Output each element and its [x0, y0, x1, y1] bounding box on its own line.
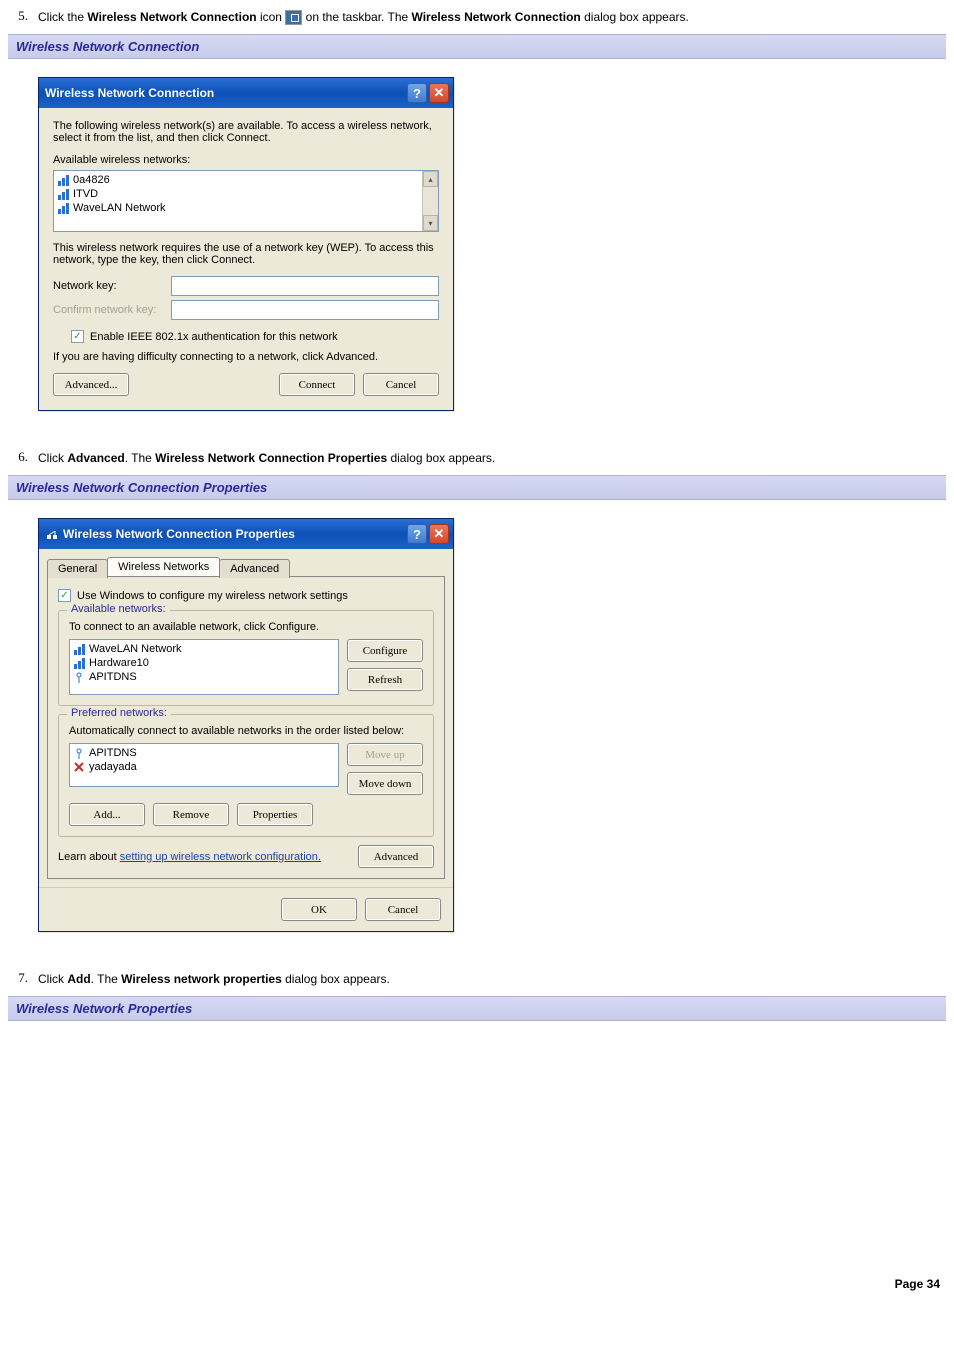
available-networks-group: Available networks: To connect to an ava…: [58, 610, 434, 706]
signal-icon: [58, 203, 69, 214]
preferred-help-text: Automatically connect to available netwo…: [69, 725, 423, 737]
help-icon[interactable]: ?: [407, 83, 427, 103]
difficulty-text: If you are having difficulty connecting …: [53, 351, 439, 363]
dialog-titlebar: Wireless Network Connection ? ✕: [39, 78, 453, 108]
ieee-checkbox[interactable]: ✓: [71, 330, 84, 343]
wep-text: This wireless network requires the use o…: [53, 242, 439, 266]
scroll-down-icon[interactable]: ▾: [423, 215, 438, 231]
step-7-text: Click Add. The Wireless network properti…: [38, 970, 946, 988]
list-item[interactable]: APITDNS: [72, 670, 336, 684]
list-item[interactable]: ITVD: [56, 187, 436, 201]
step-number: 5.: [8, 8, 38, 26]
list-item[interactable]: Hardware10: [72, 656, 336, 670]
properties-button[interactable]: Properties: [237, 803, 313, 826]
help-icon[interactable]: ?: [407, 524, 427, 544]
intro-text: The following wireless network(s) are av…: [53, 120, 439, 144]
antenna-icon: [74, 748, 85, 759]
wireless-connection-dialog: Wireless Network Connection ? ✕ The foll…: [38, 77, 454, 411]
list-item[interactable]: APITDNS: [72, 746, 336, 760]
cancel-button[interactable]: Cancel: [363, 373, 439, 396]
step-5-text: Click the Wireless Network Connection ic…: [38, 8, 946, 26]
list-item[interactable]: 0a4826: [56, 173, 436, 187]
available-networks-list[interactable]: 0a4826 ITVD WaveLAN Network ▴ ▾: [53, 170, 439, 232]
group-title-preferred: Preferred networks:: [67, 707, 171, 719]
antenna-icon: [74, 672, 85, 683]
scroll-up-icon[interactable]: ▴: [423, 171, 438, 187]
dialog-titlebar: Wireless Network Connection Properties ?…: [39, 519, 453, 549]
move-down-button[interactable]: Move down: [347, 772, 423, 795]
available-label: Available wireless networks:: [53, 154, 439, 166]
refresh-button[interactable]: Refresh: [347, 668, 423, 691]
dialog-title: Wireless Network Connection Properties: [63, 527, 405, 541]
network-key-input[interactable]: [171, 276, 439, 296]
close-icon[interactable]: ✕: [429, 524, 449, 544]
figure-caption-1: Wireless Network Connection: [8, 34, 946, 59]
step-number: 7.: [8, 970, 38, 988]
confirm-key-input[interactable]: [171, 300, 439, 320]
learn-link[interactable]: setting up wireless network configuratio…: [120, 851, 321, 863]
step-number: 6.: [8, 449, 38, 467]
network-key-label: Network key:: [53, 280, 171, 292]
tab-advanced[interactable]: Advanced: [219, 559, 290, 578]
tab-wireless-networks[interactable]: Wireless Networks: [107, 557, 220, 576]
add-button[interactable]: Add...: [69, 803, 145, 826]
preferred-networks-group: Preferred networks: Automatically connec…: [58, 714, 434, 837]
preferred-list[interactable]: APITDNS yadayada: [69, 743, 339, 787]
wireless-properties-dialog: Wireless Network Connection Properties ?…: [38, 518, 454, 932]
remove-button[interactable]: Remove: [153, 803, 229, 826]
signal-icon: [74, 658, 85, 669]
move-up-button[interactable]: Move up: [347, 743, 423, 766]
list-item[interactable]: WaveLAN Network: [72, 642, 336, 656]
list-item[interactable]: yadayada: [72, 760, 336, 774]
antenna-x-icon: [74, 762, 85, 773]
group-title-available: Available networks:: [67, 603, 170, 615]
available-list[interactable]: WaveLAN Network Hardware10 APITDNS: [69, 639, 339, 695]
signal-icon: [58, 189, 69, 200]
figure-caption-2: Wireless Network Connection Properties: [8, 475, 946, 500]
figure-caption-3: Wireless Network Properties: [8, 996, 946, 1021]
advanced-button[interactable]: Advanced: [358, 845, 434, 868]
network-icon: [45, 527, 59, 541]
dialog-title: Wireless Network Connection: [45, 86, 405, 100]
tab-general[interactable]: General: [47, 559, 108, 578]
use-windows-label: Use Windows to configure my wireless net…: [77, 590, 348, 602]
list-item[interactable]: WaveLAN Network: [56, 201, 436, 215]
learn-text: Learn about setting up wireless network …: [58, 851, 350, 863]
step-6-text: Click Advanced. The Wireless Network Con…: [38, 449, 946, 467]
advanced-button[interactable]: Advanced...: [53, 373, 129, 396]
tab-bar: General Wireless Networks Advanced: [39, 549, 453, 576]
signal-icon: [58, 175, 69, 186]
page-number: Page 34: [8, 1271, 946, 1291]
scrollbar[interactable]: ▴ ▾: [422, 171, 438, 231]
signal-icon: [74, 644, 85, 655]
connect-button[interactable]: Connect: [279, 373, 355, 396]
available-help-text: To connect to an available network, clic…: [69, 621, 423, 633]
wireless-taskbar-icon: [285, 10, 302, 25]
cancel-button[interactable]: Cancel: [365, 898, 441, 921]
ok-button[interactable]: OK: [281, 898, 357, 921]
ieee-checkbox-label: Enable IEEE 802.1x authentication for th…: [90, 331, 338, 343]
configure-button[interactable]: Configure: [347, 639, 423, 662]
close-icon[interactable]: ✕: [429, 83, 449, 103]
use-windows-checkbox[interactable]: ✓: [58, 589, 71, 602]
confirm-key-label: Confirm network key:: [53, 304, 171, 316]
